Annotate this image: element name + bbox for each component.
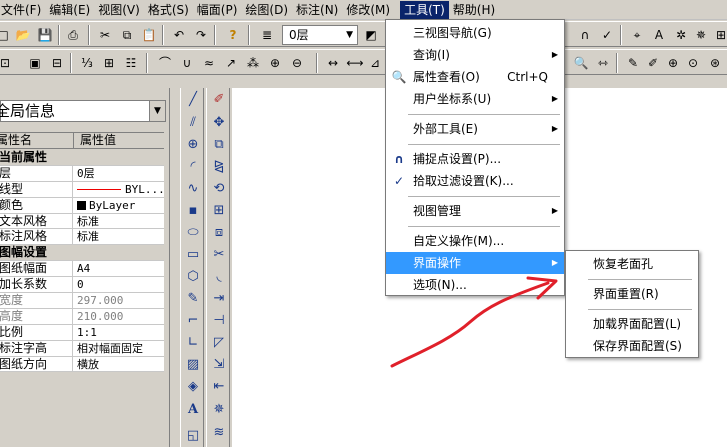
app-window: 文件(F) 编辑(E) 视图(V) 格式(S) 幅面(P) 绘图(D) 标注(N… [0,0,727,447]
annotation-arrow [390,276,558,368]
